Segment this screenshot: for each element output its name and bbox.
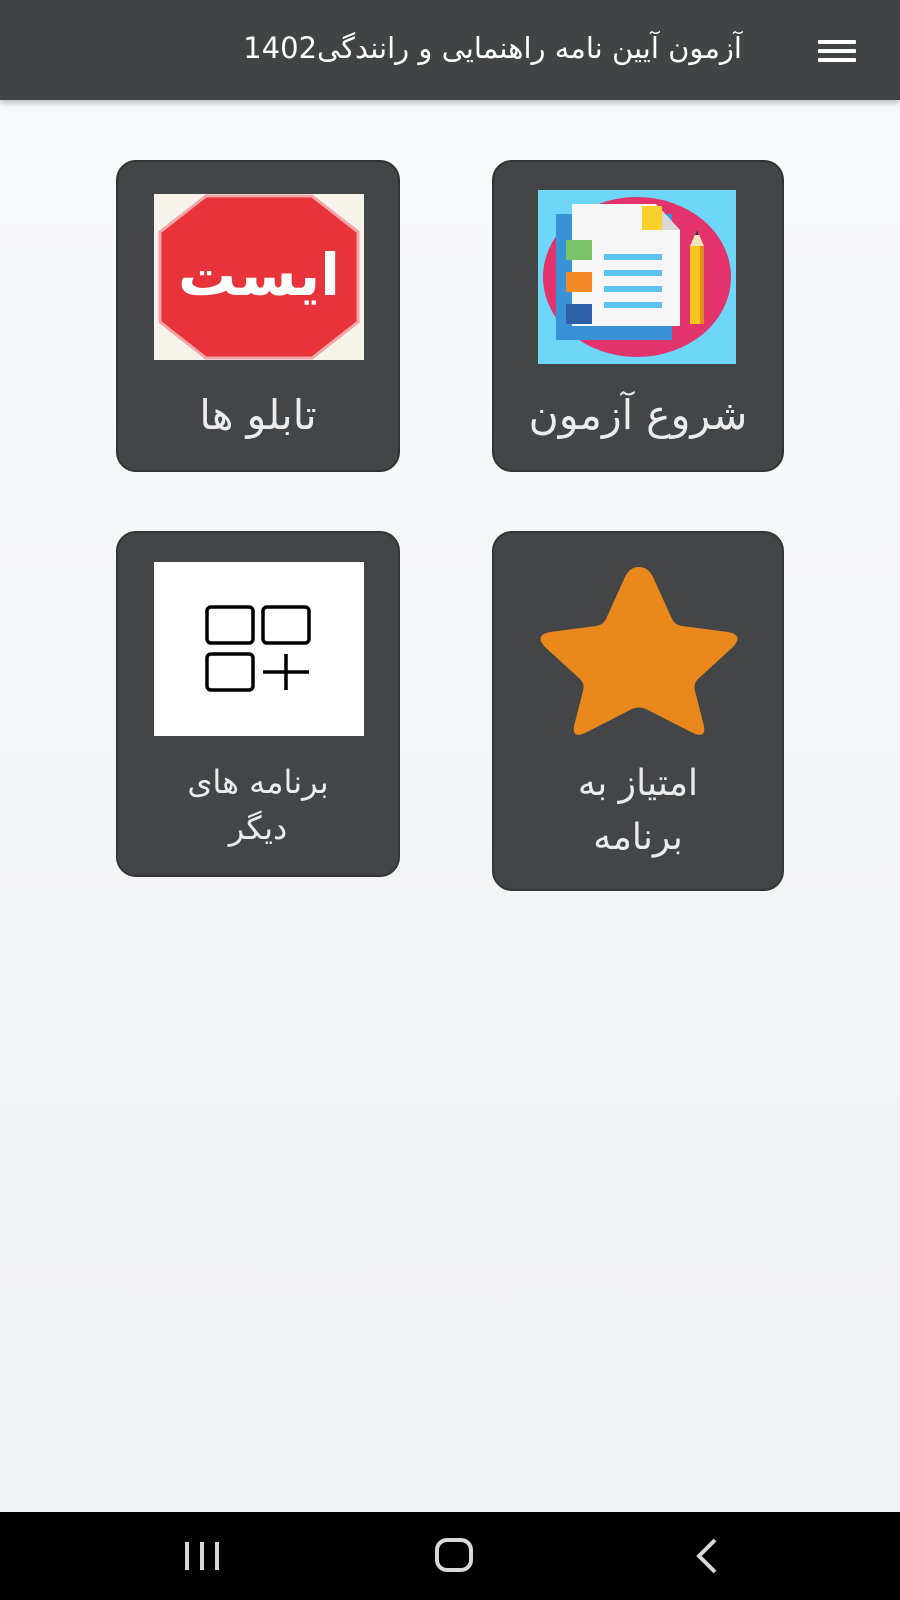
tile-label: تابلو ها — [199, 391, 317, 439]
stop-sign-text: ایست — [177, 241, 341, 309]
recent-apps-icon[interactable] — [162, 1526, 242, 1586]
tile-label: شروع آزمون — [528, 391, 748, 439]
stop-sign-icon: ایست — [154, 194, 364, 360]
apps-add-icon — [154, 562, 364, 736]
back-icon[interactable] — [665, 1526, 745, 1586]
system-nav-bar — [0, 1512, 900, 1600]
app-bar: آزمون آیین نامه راهنمایی و رانندگی1402 — [0, 0, 900, 100]
quiz-document-icon — [538, 190, 736, 364]
hamburger-menu-icon[interactable] — [808, 32, 856, 72]
app-title: آزمون آیین نامه راهنمایی و رانندگی1402 — [243, 31, 742, 65]
home-icon[interactable] — [413, 1526, 493, 1586]
other-apps-tile[interactable]: برنامه های دیگر — [116, 531, 400, 877]
tile-label: برنامه های دیگر — [187, 763, 329, 847]
tile-label: امتیاز به برنامه — [577, 763, 699, 858]
start-exam-tile[interactable]: شروع آزمون — [492, 160, 784, 472]
signs-tile[interactable]: ایست تابلو ها — [116, 160, 400, 472]
star-icon — [532, 561, 746, 737]
rate-app-tile[interactable]: امتیاز به برنامه — [492, 531, 784, 891]
